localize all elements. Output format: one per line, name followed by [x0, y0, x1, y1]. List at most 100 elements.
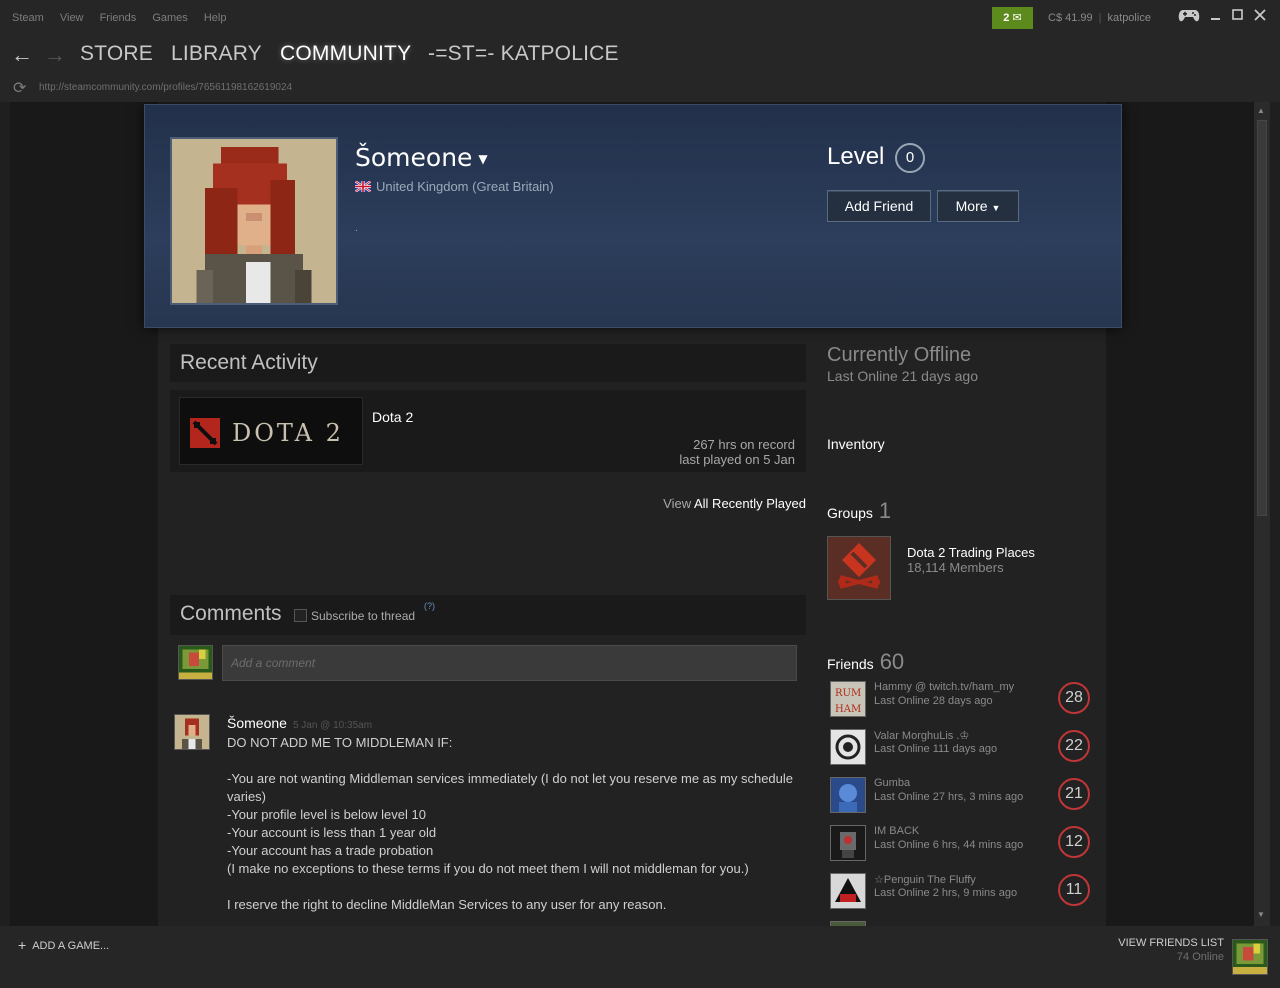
view-prefix: View	[663, 496, 692, 511]
nav-bar: ← → STORE LIBRARY COMMUNITY -=ST=- KATPO…	[0, 36, 1280, 72]
menu-bar: Steam View Friends Games Help	[12, 12, 239, 24]
tab-library[interactable]: LIBRARY	[171, 42, 262, 66]
friends-heading[interactable]: Friends 60	[827, 649, 904, 675]
friend-level: 28	[1058, 682, 1090, 714]
friend-item[interactable]: RUM HAM Hammy @ twitch.tv/ham_my Last Onl…	[830, 681, 1100, 721]
scroll-up-icon[interactable]: ▲	[1257, 106, 1265, 115]
window-controls	[1178, 8, 1266, 22]
comment-line	[227, 752, 807, 770]
browser-viewport: Šomeone ▼ United Kingdom (Great Britain) …	[10, 102, 1254, 926]
url-bar: ⟳ http://steamcommunity.com/profiles/765…	[0, 72, 1280, 102]
recent-game-row: DOTA 2 Dota 2 267 hrs on record last pla…	[170, 390, 806, 472]
friend-name: ☆Penguin The Fluffy	[874, 874, 976, 886]
dota2-logo-text: DOTA 2	[232, 419, 344, 447]
comment-line: -Your account has a trade probation	[227, 843, 434, 858]
maximize-icon[interactable]	[1232, 9, 1244, 21]
menu-help[interactable]: Help	[204, 12, 227, 24]
menu-games[interactable]: Games	[152, 12, 187, 24]
close-icon[interactable]	[1254, 9, 1266, 21]
group-name[interactable]: Dota 2 Trading Places	[907, 545, 1035, 560]
comment-line: DO NOT ADD ME TO MIDDLEMAN IF:	[227, 735, 453, 750]
tab-community[interactable]: COMMUNITY	[280, 42, 411, 66]
subscribe-label: Subscribe to thread	[311, 609, 416, 623]
svg-text:HAM: HAM	[835, 704, 861, 715]
menu-steam[interactable]: Steam	[12, 12, 44, 24]
help-mark[interactable]: (?)	[424, 601, 435, 611]
menu-view[interactable]: View	[60, 12, 84, 24]
friend-avatar	[830, 873, 866, 909]
comments-title: Comments	[170, 595, 806, 635]
tab-store[interactable]: STORE	[80, 42, 153, 66]
my-avatar	[178, 645, 213, 680]
tab-profile[interactable]: -=ST=- KATPOLICE	[428, 42, 619, 66]
friends-count: 60	[879, 649, 905, 674]
add-game-button[interactable]: + ADD A GAME...	[18, 937, 109, 953]
add-friend-button[interactable]: Add Friend	[827, 190, 931, 222]
comment-author-avatar[interactable]	[174, 714, 210, 750]
profile-location: United Kingdom (Great Britain)	[355, 179, 554, 194]
wallet-balance[interactable]: C$ 41.99	[1048, 12, 1093, 24]
friend-name: Hammy @ twitch.tv/ham_my	[874, 681, 1015, 693]
friend-avatar	[830, 729, 866, 765]
persona-name[interactable]: Šomeone ▼	[355, 143, 488, 172]
minimize-icon[interactable]	[1210, 9, 1222, 21]
notifications-button[interactable]: 2 ✉	[992, 7, 1033, 29]
view-friends-list-button[interactable]: VIEW FRIENDS LIST	[1118, 937, 1224, 949]
scroll-down-icon[interactable]: ▼	[1257, 910, 1265, 919]
caret-down-icon[interactable]: ▼	[478, 152, 487, 166]
location-text: United Kingdom (Great Britain)	[376, 179, 554, 194]
comment-author: Šomeone 5 Jan @ 10:35am	[227, 715, 372, 731]
comment-input[interactable]	[222, 645, 797, 681]
friend-name: IM BACK	[874, 825, 920, 837]
friend-avatar	[830, 825, 866, 861]
view-all-recently-played[interactable]: View All Recently Played	[663, 496, 806, 511]
comment-author-name[interactable]: Šomeone	[227, 715, 287, 731]
subscribe-checkbox[interactable]: Subscribe to thread	[294, 609, 415, 623]
page-scrollbar[interactable]: ▲ ▼	[1254, 102, 1270, 926]
friend-level: 22	[1058, 730, 1090, 762]
plus-icon: +	[18, 937, 27, 953]
recent-activity-title: Recent Activity	[170, 344, 806, 382]
friend-status: Last Online 27 hrs, 3 mins ago	[874, 791, 1024, 803]
refresh-icon[interactable]: ⟳	[13, 78, 26, 98]
inventory-link[interactable]: Inventory	[827, 436, 885, 452]
level-label: Level	[827, 143, 885, 170]
account-name[interactable]: katpolice	[1108, 12, 1151, 24]
game-name[interactable]: Dota 2	[372, 409, 413, 425]
groups-heading[interactable]: Groups 1	[827, 498, 891, 524]
dota2-logo[interactable]: DOTA 2	[179, 397, 363, 465]
more-button[interactable]: More ▼	[937, 190, 1019, 222]
friends-label: Friends	[827, 656, 874, 672]
level-badge[interactable]: 0	[895, 143, 925, 173]
bottom-avatar[interactable]	[1232, 939, 1268, 975]
friend-item[interactable]: Gumba Last Online 27 hrs, 3 mins ago 21	[830, 777, 1100, 817]
gamepad-icon[interactable]	[1178, 8, 1200, 22]
forward-arrow-icon[interactable]: →	[44, 42, 66, 68]
friend-avatar: RUM HAM	[830, 681, 866, 717]
friend-level: 12	[1058, 826, 1090, 858]
menu-friends[interactable]: Friends	[100, 12, 137, 24]
groups-label: Groups	[827, 505, 873, 521]
friend-level: 11	[1058, 874, 1090, 906]
back-arrow-icon[interactable]: ←	[11, 42, 33, 68]
url-text[interactable]: http://steamcommunity.com/profiles/76561…	[39, 82, 292, 93]
online-status: Currently Offline	[827, 344, 972, 366]
comment-body: DO NOT ADD ME TO MIDDLEMAN IF: -You are …	[227, 734, 807, 914]
comment-line: I reserve the right to decline MiddleMan…	[227, 897, 667, 912]
game-last-played: last played on 5 Jan	[679, 452, 795, 467]
friend-item[interactable]: ☆Penguin The Fluffy Last Online 2 hrs, 9…	[830, 873, 1100, 913]
caret-down-icon: ▼	[991, 203, 1001, 213]
checkbox-icon	[294, 609, 307, 622]
comment-line: -Your profile level is below level 10	[227, 807, 426, 822]
view-link: All Recently Played	[694, 496, 806, 511]
profile-header: Šomeone ▼ United Kingdom (Great Britain) …	[144, 104, 1122, 328]
scroll-thumb[interactable]	[1257, 120, 1267, 516]
more-button-label: More	[955, 198, 988, 214]
bottom-bar: + ADD A GAME... VIEW FRIENDS LIST 74 Onli…	[0, 926, 1280, 988]
friend-status: Last Online 2 hrs, 9 mins ago	[874, 887, 1018, 899]
friend-avatar	[830, 777, 866, 813]
group-icon[interactable]	[827, 536, 891, 600]
friend-item[interactable]: Valar MorghuLis .♔ Last Online 111 days …	[830, 729, 1100, 769]
comment-line: -Your account is less than 1 year old	[227, 825, 437, 840]
friend-item[interactable]: IM BACK Last Online 6 hrs, 44 mins ago 1…	[830, 825, 1100, 865]
